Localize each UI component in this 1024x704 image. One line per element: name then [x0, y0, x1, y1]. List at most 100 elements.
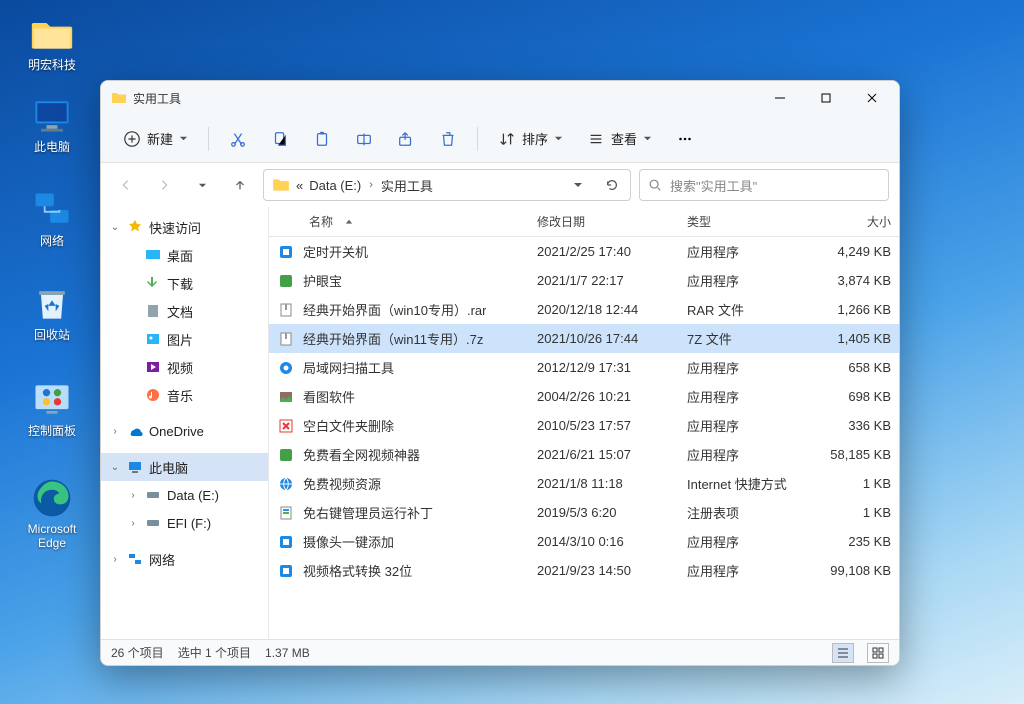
file-type: 应用程序 — [679, 358, 809, 377]
forward-button[interactable] — [149, 170, 179, 200]
thumbnails-view-button[interactable] — [867, 643, 889, 663]
chevron-right-icon[interactable]: › — [367, 179, 375, 191]
file-name: 看图软件 — [303, 387, 355, 406]
recent-dropdown[interactable] — [187, 170, 217, 200]
file-name: 局域网扫描工具 — [303, 358, 394, 377]
file-size: 1,266 KB — [809, 302, 899, 317]
sidebar-drive-data[interactable]: ›Data (E:) — [119, 481, 268, 509]
new-button[interactable]: 新建 — [113, 122, 198, 156]
file-name: 空白文件夹删除 — [303, 416, 394, 435]
file-list[interactable]: 定时开关机2021/2/25 17:40应用程序4,249 KB护眼宝2021/… — [269, 237, 899, 639]
file-size: 336 KB — [809, 418, 899, 433]
folder-icon — [30, 12, 74, 56]
file-size: 658 KB — [809, 360, 899, 375]
file-type: 应用程序 — [679, 387, 809, 406]
folder-icon — [272, 176, 290, 194]
file-date: 2021/2/25 17:40 — [529, 244, 679, 259]
paste-button[interactable] — [303, 122, 341, 156]
desktop-icon-edge[interactable]: Microsoft Edge — [14, 474, 90, 550]
share-button[interactable] — [387, 122, 425, 156]
sidebar-drive-efi[interactable]: ›EFI (F:) — [119, 509, 268, 537]
file-date: 2010/5/23 17:57 — [529, 418, 679, 433]
address-dropdown[interactable] — [566, 178, 590, 193]
file-date: 2019/5/3 6:20 — [529, 505, 679, 520]
file-row[interactable]: 摄像头一键添加2014/3/10 0:16应用程序235 KB — [269, 527, 899, 556]
file-row[interactable]: 免右键管理员运行补丁 2019/5/3 6:20注册表项1 KB — [269, 498, 899, 527]
file-name: 定时开关机 — [303, 242, 368, 261]
selection-count: 选中 1 个项目 — [178, 644, 251, 661]
sidebar-onedrive[interactable]: ›OneDrive — [101, 417, 268, 445]
file-row[interactable]: 免费看全网视频神器2021/6/21 15:07应用程序58,185 KB — [269, 440, 899, 469]
file-icon — [277, 359, 295, 377]
details-view-button[interactable] — [832, 643, 854, 663]
file-type: 应用程序 — [679, 242, 809, 261]
file-row[interactable]: 看图软件2004/2/26 10:21应用程序698 KB — [269, 382, 899, 411]
file-date: 2004/2/26 10:21 — [529, 389, 679, 404]
file-name: 免费看全网视频神器 — [303, 445, 420, 464]
file-icon — [277, 562, 295, 580]
file-name: 免右键管理员运行补丁 — [303, 503, 433, 522]
file-name: 经典开始界面（win11专用）.7z — [303, 329, 483, 348]
file-row[interactable]: 局域网扫描工具 2012/12/9 17:31应用程序658 KB — [269, 353, 899, 382]
sidebar-thispc[interactable]: ⌄此电脑 — [101, 453, 268, 481]
address-bar[interactable]: « Data (E:) › 实用工具 — [263, 169, 631, 201]
desktop-icon-thispc[interactable]: 此电脑 — [14, 92, 90, 154]
column-header[interactable]: 名称 修改日期 类型 大小 — [269, 207, 899, 237]
desktop-icon-recycle[interactable]: 回收站 — [14, 280, 90, 342]
cut-button[interactable] — [219, 122, 257, 156]
file-icon — [277, 330, 295, 348]
file-name: 摄像头一键添加 — [303, 532, 394, 551]
file-size: 1 KB — [809, 505, 899, 520]
file-row[interactable]: 经典开始界面（win11专用）.7z2021/10/26 17:447Z 文件1… — [269, 324, 899, 353]
file-icon — [277, 301, 295, 319]
file-type: 应用程序 — [679, 445, 809, 464]
file-icon — [277, 388, 295, 406]
copy-button[interactable] — [261, 122, 299, 156]
desktop-icon-network[interactable]: 网络 — [14, 186, 90, 248]
file-type: 应用程序 — [679, 271, 809, 290]
file-type: 注册表项 — [679, 503, 809, 522]
view-button[interactable]: 查看 — [577, 122, 662, 156]
file-icon — [277, 417, 295, 435]
file-row[interactable]: 护眼宝2021/1/7 22:17应用程序3,874 KB — [269, 266, 899, 295]
delete-button[interactable] — [429, 122, 467, 156]
desktop-icon-folder[interactable]: 明宏科技 — [14, 10, 90, 72]
file-row[interactable]: 免费视频资源2021/1/8 11:18Internet 快捷方式1 KB — [269, 469, 899, 498]
sort-button[interactable]: 排序 — [488, 122, 573, 156]
refresh-button[interactable] — [598, 171, 626, 199]
sidebar-videos[interactable]: 视频 — [119, 353, 268, 381]
file-name: 免费视频资源 — [303, 474, 381, 493]
sidebar-pictures[interactable]: 图片 — [119, 325, 268, 353]
file-date: 2021/1/8 11:18 — [529, 476, 679, 491]
sidebar-quick-access[interactable]: ⌄快速访问 — [101, 213, 268, 241]
file-icon — [277, 243, 295, 261]
file-row[interactable]: 视频格式转换 32位2021/9/23 14:50应用程序99,108 KB — [269, 556, 899, 585]
file-type: RAR 文件 — [679, 300, 809, 319]
file-row[interactable]: 定时开关机2021/2/25 17:40应用程序4,249 KB — [269, 237, 899, 266]
item-count: 26 个项目 — [111, 644, 164, 661]
desktop-icon-control[interactable]: 控制面板 — [14, 376, 90, 438]
sidebar-documents[interactable]: 文档 — [119, 297, 268, 325]
sidebar-desktop[interactable]: 桌面 — [119, 241, 268, 269]
up-button[interactable] — [225, 170, 255, 200]
search-input[interactable]: 搜索"实用工具" — [639, 169, 889, 201]
control-panel-icon — [30, 378, 74, 422]
file-date: 2012/12/9 17:31 — [529, 360, 679, 375]
file-size: 58,185 KB — [809, 447, 899, 462]
sidebar-music[interactable]: 音乐 — [119, 381, 268, 409]
file-size: 1 KB — [809, 476, 899, 491]
pc-icon — [30, 94, 74, 138]
file-row[interactable]: 经典开始界面（win10专用）.rar2020/12/18 12:44RAR 文… — [269, 295, 899, 324]
file-name: 经典开始界面（win10专用）.rar — [303, 300, 486, 319]
close-button[interactable] — [849, 82, 895, 114]
rename-button[interactable] — [345, 122, 383, 156]
maximize-button[interactable] — [803, 82, 849, 114]
file-size: 235 KB — [809, 534, 899, 549]
back-button[interactable] — [111, 170, 141, 200]
sidebar-network[interactable]: ›网络 — [101, 545, 268, 573]
sidebar-downloads[interactable]: 下载 — [119, 269, 268, 297]
file-row[interactable]: 空白文件夹删除2010/5/23 17:57应用程序336 KB — [269, 411, 899, 440]
more-button[interactable] — [666, 122, 704, 156]
search-icon — [648, 178, 662, 192]
minimize-button[interactable] — [757, 82, 803, 114]
